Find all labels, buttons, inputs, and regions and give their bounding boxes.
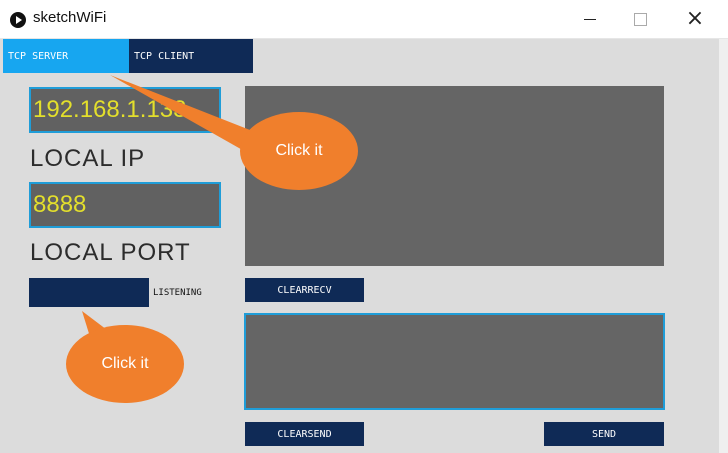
tab-tcp-server[interactable]: TCP SERVER (3, 39, 129, 73)
listening-label: LISTENING (153, 288, 202, 298)
close-button[interactable]: × (672, 0, 718, 38)
listen-button[interactable] (29, 278, 149, 307)
callout-bubble-listen: Click it (66, 325, 184, 403)
local-port-field[interactable]: 8888 (29, 182, 221, 228)
local-ip-label: LOCAL IP (30, 145, 146, 172)
clear-receive-button[interactable]: CLEARRECV (245, 278, 364, 302)
local-ip-field[interactable]: 192.168.1.133 (29, 87, 221, 133)
window-title: sketchWiFi (33, 9, 107, 26)
minimize-button[interactable] (567, 0, 613, 38)
window-edge (719, 39, 728, 453)
maximize-icon (633, 12, 647, 26)
tab-tcp-client[interactable]: TCP CLIENT (129, 39, 253, 73)
app-icon (10, 12, 26, 28)
local-port-label: LOCAL PORT (30, 239, 191, 266)
callout-bubble-tab: Click it (240, 112, 358, 190)
send-textarea[interactable] (244, 313, 665, 410)
minimize-icon (584, 18, 596, 20)
clear-send-button[interactable]: CLEARSEND (245, 422, 364, 446)
maximize-button[interactable] (617, 0, 663, 38)
close-icon: × (685, 6, 705, 31)
title-bar: sketchWiFi × (0, 0, 728, 39)
send-button[interactable]: SEND (544, 422, 664, 446)
